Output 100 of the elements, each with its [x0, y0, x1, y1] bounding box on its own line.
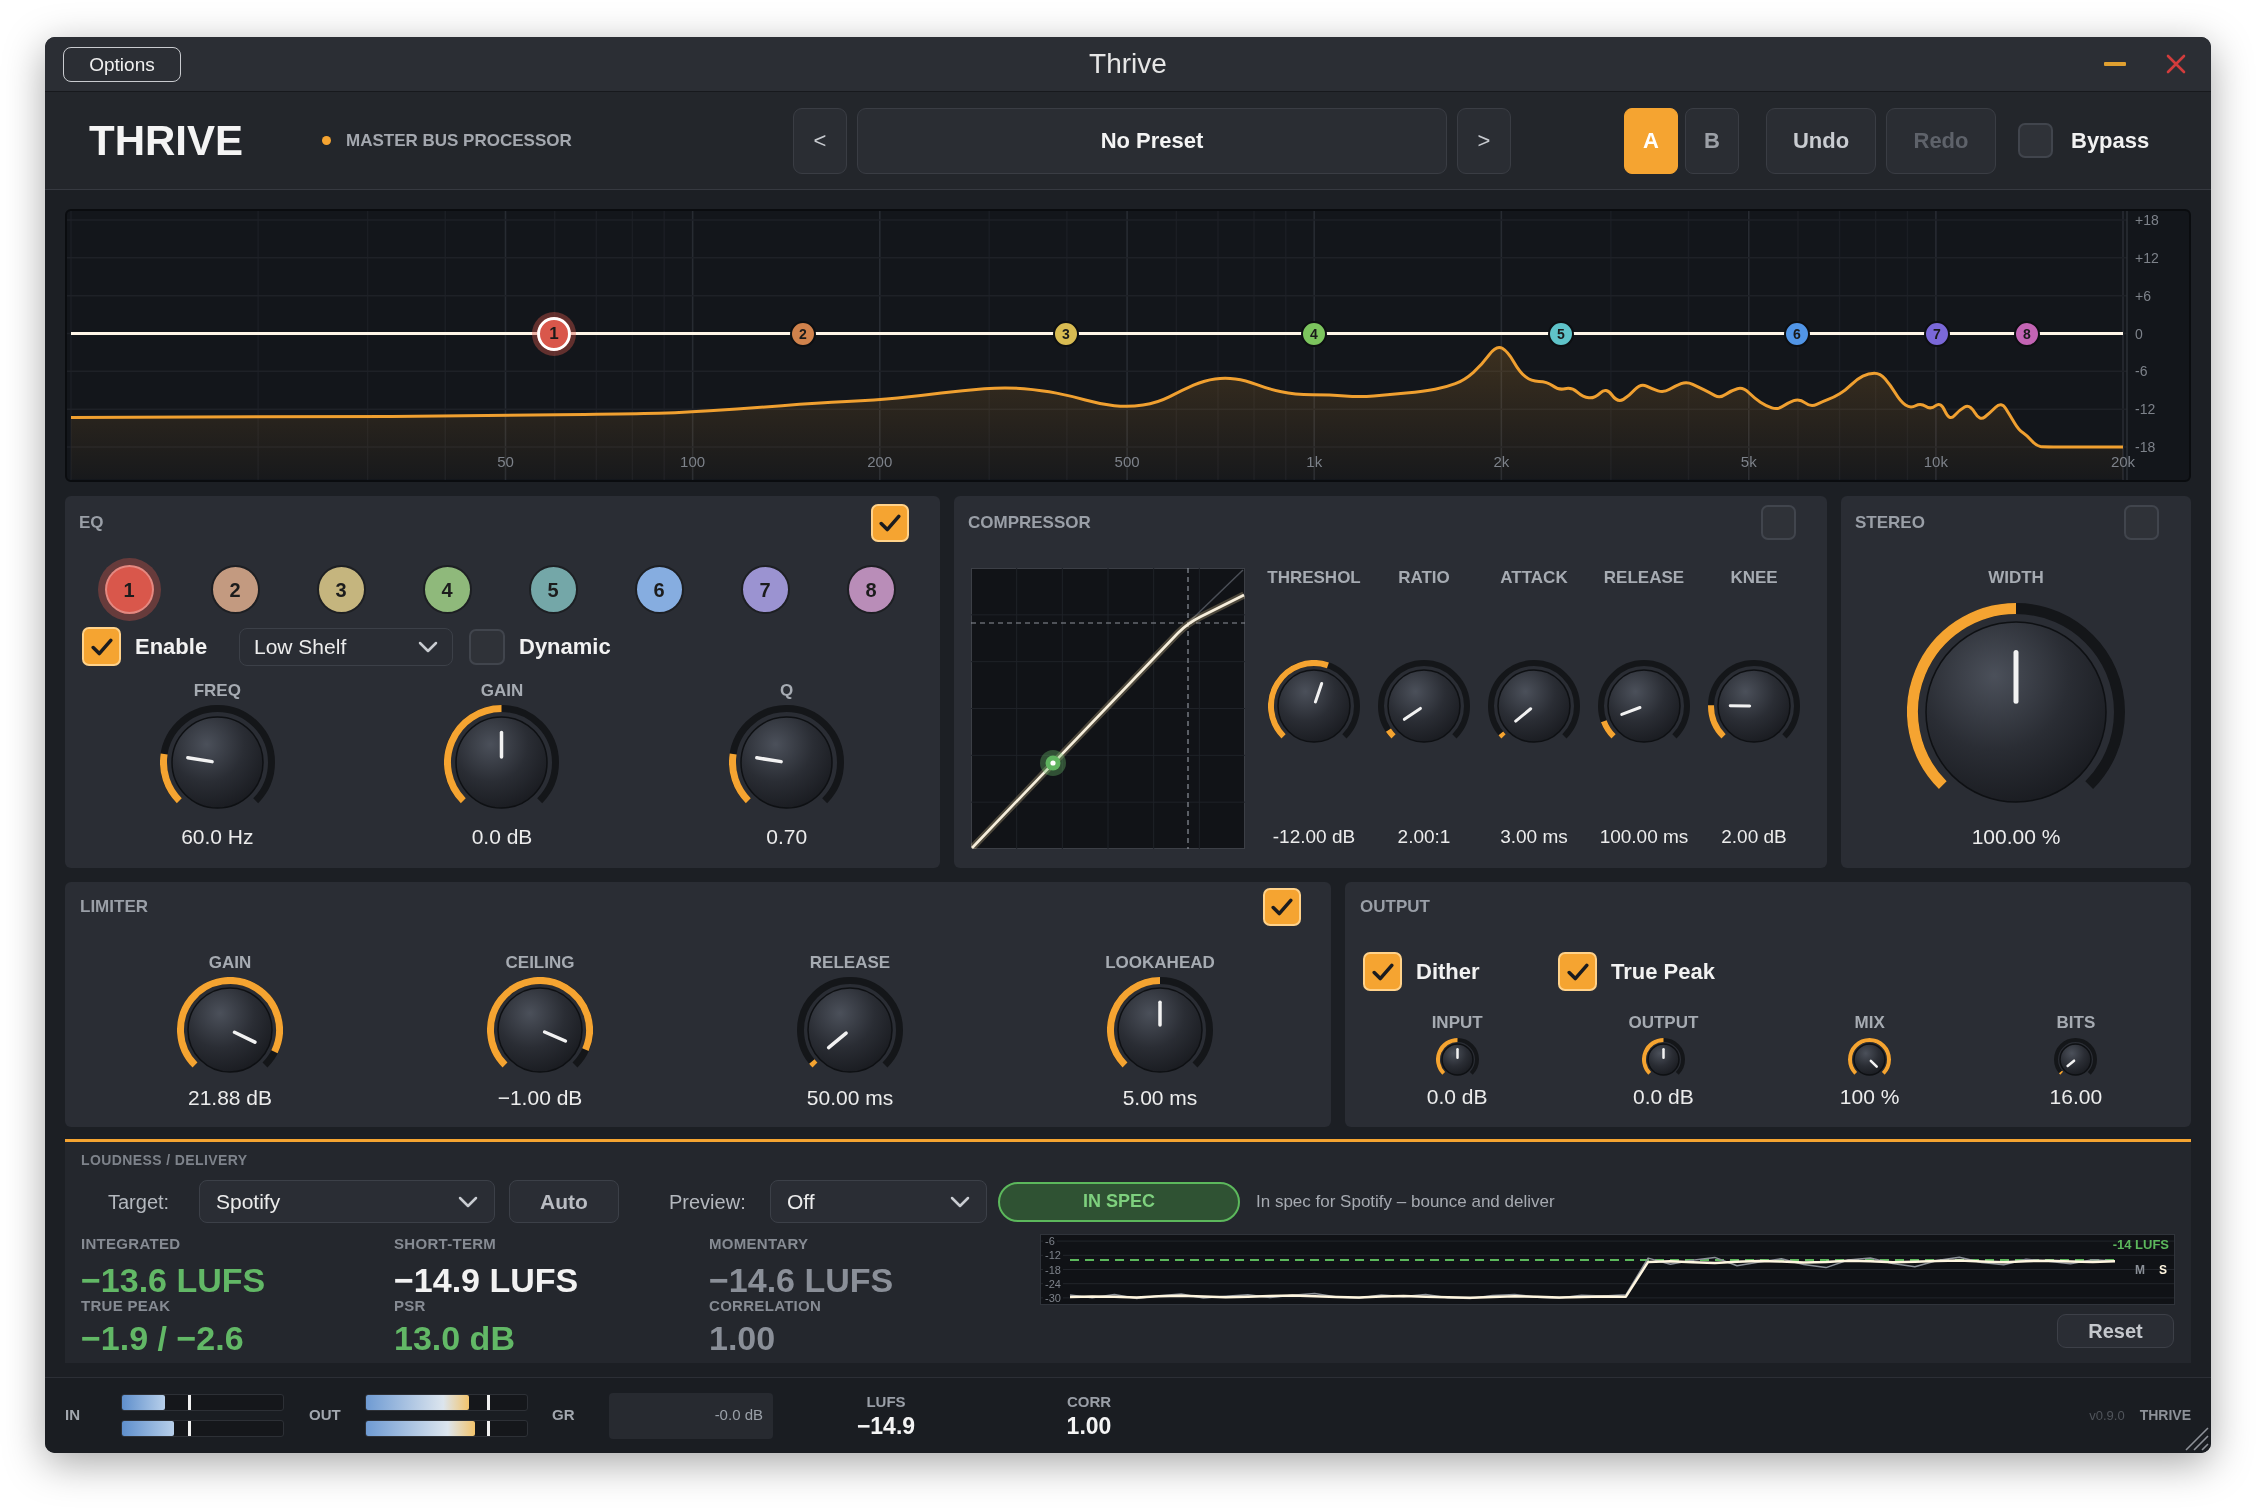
knob-label: INPUT [1431, 1013, 1483, 1033]
chevron-down-icon [418, 640, 438, 653]
metric-label: SHORT-TERM [394, 1236, 498, 1252]
panel-title: OUTPUT [1360, 898, 1430, 915]
knob-label: CEILING [505, 953, 575, 973]
knob-label: GAIN [208, 953, 252, 973]
knob-value: 21.88 dB [187, 1086, 273, 1110]
slot-button[interactable]: B [1685, 107, 1739, 174]
legend-label: S [2159, 1264, 2167, 1277]
knob-value: 0.0 dB [1426, 1085, 1488, 1109]
status-pill: IN SPEC [998, 1181, 1240, 1222]
reset-button[interactable]: Reset [2057, 1314, 2174, 1348]
close-icon[interactable] [2166, 54, 2186, 74]
knob-value: 50.00 ms [806, 1086, 894, 1110]
axis-label: -18 [2135, 439, 2156, 455]
axis-label: 500 [1114, 453, 1140, 471]
checkbox[interactable] [1761, 505, 1796, 540]
eq-band-handle[interactable]: 2 [790, 320, 816, 347]
filter-type-dropdown[interactable]: Low Shelf [239, 627, 453, 666]
knob-value: 100.00 % [1971, 825, 2061, 849]
undo-button[interactable]: Undo [1766, 107, 1876, 174]
panel-title: STEREO [1855, 514, 1925, 531]
panel-title: LIMITER [80, 898, 148, 915]
status-message: In spec for Spotify – bounce and deliver [1256, 1190, 1555, 1213]
knob-value: 0.0 dB [1633, 1085, 1694, 1109]
knob-label: ATTACK [1500, 568, 1568, 588]
eq-band-handle[interactable]: 4 [1301, 320, 1327, 347]
meter-label: OUT [309, 1405, 342, 1426]
eq-band-handle[interactable]: 5 [1548, 320, 1574, 347]
knob-label: BITS [2056, 1013, 2096, 1033]
knob-label: GAIN [480, 681, 524, 701]
eq-band-handle[interactable]: 6 [1784, 320, 1810, 347]
section-title: LOUDNESS / DELIVERY [81, 1151, 249, 1169]
curve-point-icon[interactable] [1040, 750, 1066, 776]
knob-label: Q [780, 681, 794, 701]
field-label: Preview: [669, 1189, 747, 1215]
band-button[interactable]: 5 [528, 565, 578, 614]
axis-label: 200 [867, 453, 893, 471]
metric-label: INTEGRATED [81, 1236, 182, 1252]
metric-value: −14.6 LUFS [709, 1263, 895, 1297]
panel-title: COMPRESSOR [968, 514, 1091, 531]
axis-label: 1k [1306, 453, 1323, 471]
knob-label: RELEASE [1603, 568, 1685, 588]
band-button[interactable]: 2 [210, 565, 260, 614]
metric-value: 1.00 [709, 1321, 777, 1355]
options-button[interactable]: Options [63, 46, 181, 82]
readout-value: 1.00 [1066, 1412, 1112, 1439]
axis-label: 0 [2135, 325, 2143, 342]
previous-preset-button[interactable]: < [793, 107, 847, 174]
knob-label: THRESHOL [1267, 568, 1361, 588]
knob-value: 2.00 dB [1721, 825, 1787, 849]
metric-label: TRUE PEAK [81, 1298, 172, 1314]
axis-label: -6 [2135, 363, 2148, 380]
axis-label: 100 [680, 453, 706, 471]
eq-band-handle[interactable]: 1 [532, 311, 576, 356]
gain-reduction-value: -0.0 dB [714, 1405, 763, 1426]
axis-label: +18 [2135, 212, 2159, 228]
panel-title: EQ [79, 514, 104, 531]
metric-label: CORRELATION [709, 1298, 823, 1314]
metric-value: −13.6 LUFS [81, 1263, 267, 1297]
axis-label: -12 [1043, 1249, 1063, 1262]
band-button[interactable]: 3 [316, 565, 366, 614]
readout-label: CORR [1066, 1392, 1112, 1411]
eq-band-handle[interactable]: 3 [1053, 320, 1079, 347]
meter-label: GR [552, 1405, 576, 1426]
next-preset-button[interactable]: > [1457, 107, 1511, 174]
band-button[interactable]: 1 [97, 558, 161, 621]
axis-label: 2k [1493, 453, 1510, 471]
knob-value: 5.00 ms [1122, 1086, 1198, 1110]
axis-label: +12 [2135, 249, 2159, 266]
checkbox[interactable] [469, 628, 505, 665]
checkbox[interactable] [2124, 505, 2159, 540]
knob-label: OUTPUT [1628, 1013, 1699, 1033]
status-dot-icon [322, 136, 331, 145]
eq-band-handle[interactable]: 7 [1924, 320, 1950, 347]
band-button[interactable]: 8 [846, 565, 896, 614]
ref-line-label: -14 LUFS [2112, 1238, 2169, 1253]
knob-label: WIDTH [1988, 568, 2044, 588]
target-dropdown[interactable]: Spotify [199, 1180, 495, 1223]
checkbox[interactable] [2018, 123, 2053, 158]
chevron-down-icon [458, 1195, 478, 1208]
knob-label: FREQ [193, 681, 241, 701]
readout-value: −14.9 [856, 1412, 916, 1439]
band-button[interactable]: 6 [634, 565, 684, 614]
resize-grip-icon[interactable] [2185, 1427, 2209, 1451]
knob-value: 2.00:1 [1397, 825, 1451, 849]
preset-selector[interactable]: No Preset [857, 107, 1447, 174]
band-button[interactable]: 7 [740, 565, 790, 614]
brand-text: THRIVE [2139, 1406, 2191, 1425]
knob-value: 100.00 ms [1599, 825, 1689, 849]
band-button[interactable]: 4 [422, 565, 472, 614]
checkbox-label: Enable [135, 633, 208, 661]
metric-label: PSR [394, 1298, 427, 1314]
field-label: Target: [108, 1189, 171, 1215]
metric-label: MOMENTARY [709, 1236, 810, 1252]
preview-dropdown[interactable]: Off [770, 1180, 987, 1223]
chevron-down-icon [950, 1195, 970, 1208]
eq-band-handle[interactable]: 8 [2014, 320, 2040, 347]
auto-button[interactable]: Auto [509, 1180, 619, 1223]
knob-label: LOOKAHEAD [1105, 953, 1215, 973]
